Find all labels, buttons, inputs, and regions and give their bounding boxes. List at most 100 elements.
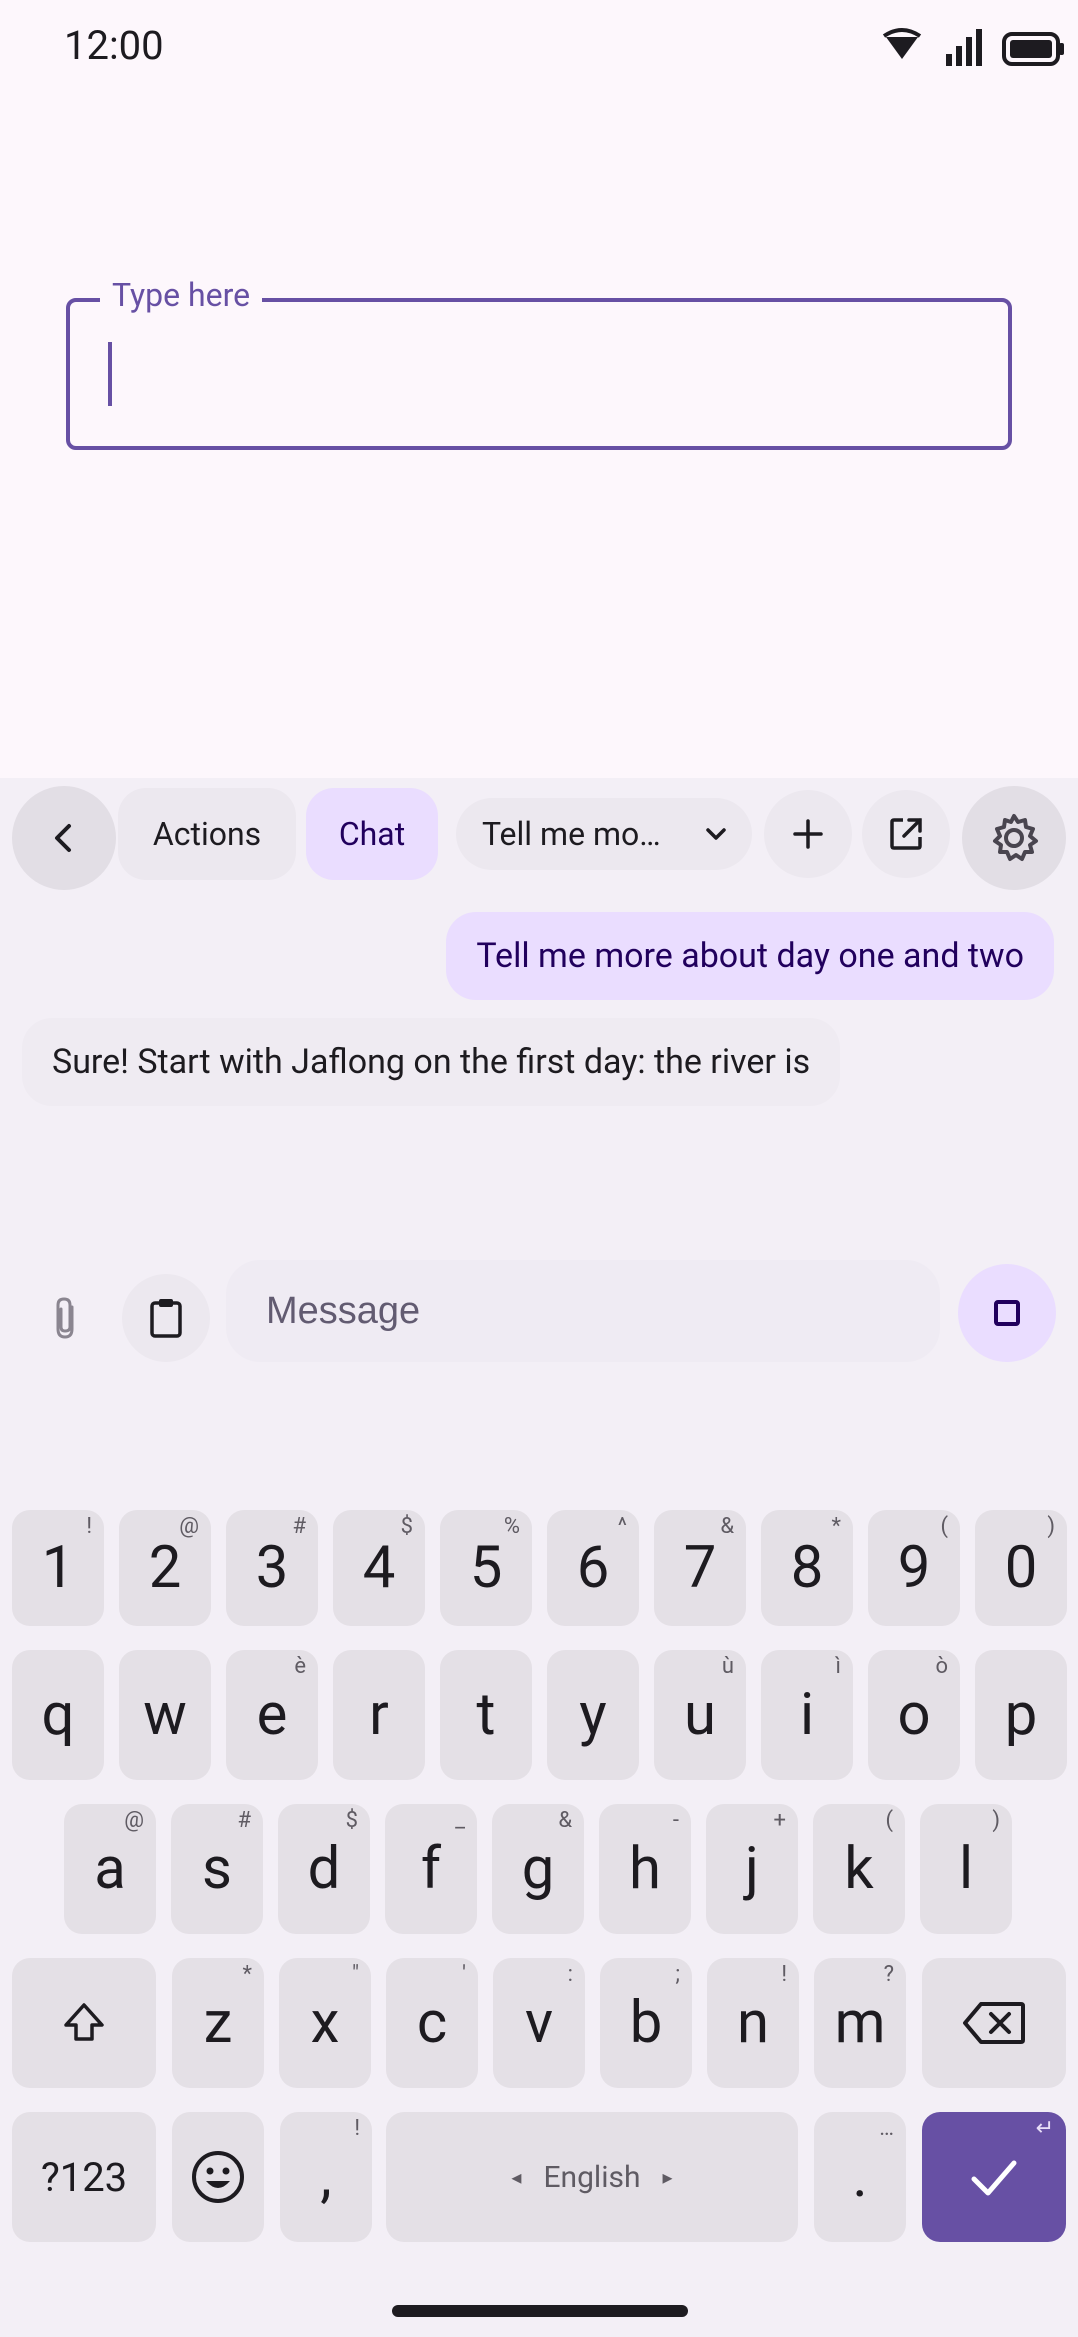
key-hint: # xyxy=(292,1514,306,1539)
tab-actions[interactable]: Actions xyxy=(118,788,296,880)
key-q[interactable]: q xyxy=(12,1650,104,1780)
key-label: 8 xyxy=(790,1534,824,1602)
key-b[interactable]: b; xyxy=(600,1958,692,2088)
key-label: t xyxy=(476,1681,496,1749)
key-label: 6 xyxy=(576,1534,610,1602)
key-j[interactable]: j + xyxy=(706,1804,798,1934)
key-r[interactable]: r xyxy=(333,1650,425,1780)
key-hint: ( xyxy=(885,1808,893,1833)
key-hint: $ xyxy=(345,1808,358,1833)
key-label: q xyxy=(41,1681,75,1749)
type-here-field[interactable] xyxy=(66,298,1012,450)
key-n[interactable]: n! xyxy=(707,1958,799,2088)
key-0[interactable]: 0) xyxy=(975,1510,1067,1626)
key-label: e xyxy=(256,1681,288,1749)
key-u[interactable]: uù xyxy=(654,1650,746,1780)
key-d[interactable]: d $ xyxy=(278,1804,370,1934)
key-label: 2 xyxy=(148,1534,182,1602)
key-s[interactable]: s # xyxy=(171,1804,263,1934)
key-hint: - xyxy=(672,1808,679,1833)
key-label: g xyxy=(521,1835,555,1903)
signal-icon xyxy=(946,29,982,66)
key-hint: $ xyxy=(400,1514,413,1539)
key-label: n xyxy=(736,1989,770,2057)
key-label: u xyxy=(684,1681,716,1749)
key-w[interactable]: w xyxy=(119,1650,211,1780)
message-input[interactable] xyxy=(226,1260,940,1362)
key-z[interactable]: z * xyxy=(172,1958,264,2088)
key-p[interactable]: p xyxy=(975,1650,1067,1780)
key-hint: @ xyxy=(124,1808,144,1833)
key-o[interactable]: oò xyxy=(868,1650,960,1780)
key-label: x xyxy=(310,1989,340,2057)
key-x[interactable]: x " xyxy=(279,1958,371,2088)
key-6[interactable]: 6 ^ xyxy=(547,1510,639,1626)
tab-chat[interactable]: Chat xyxy=(306,788,438,880)
comma-hint: ! xyxy=(354,2116,360,2141)
key-label: l xyxy=(958,1835,974,1903)
stop-button[interactable] xyxy=(958,1264,1056,1362)
chevron-left-icon xyxy=(55,824,71,852)
key-label: 0 xyxy=(1004,1534,1038,1602)
space-key[interactable]: ◂ English ▸ xyxy=(386,2112,798,2242)
backspace-key[interactable] xyxy=(922,1958,1066,2088)
key-label: w xyxy=(143,1681,187,1749)
backspace-icon xyxy=(963,2002,1025,2044)
add-button[interactable] xyxy=(764,790,852,878)
key-i[interactable]: iì xyxy=(761,1650,853,1780)
key-m[interactable]: m? xyxy=(814,1958,906,2088)
symbols-key[interactable]: ?123 xyxy=(12,2112,156,2242)
key-h[interactable]: h- xyxy=(599,1804,691,1934)
key-2[interactable]: 2 @ xyxy=(119,1510,211,1626)
key-a[interactable]: a @ xyxy=(64,1804,156,1934)
settings-button[interactable] xyxy=(962,786,1066,890)
period-key[interactable]: . … xyxy=(814,2112,906,2242)
key-v[interactable]: v: xyxy=(493,1958,585,2088)
enter-key[interactable]: ↵ xyxy=(922,2112,1066,2242)
key-e[interactable]: eè xyxy=(226,1650,318,1780)
back-button[interactable] xyxy=(12,786,116,890)
key-label: 3 xyxy=(255,1534,289,1602)
key-hint: " xyxy=(351,1962,359,1987)
key-label: i xyxy=(799,1681,815,1749)
key-label: s xyxy=(202,1835,232,1903)
key-7[interactable]: 7 & xyxy=(654,1510,746,1626)
prompt-dropdown[interactable]: Tell me mo… xyxy=(456,798,752,870)
attach-button[interactable] xyxy=(30,1274,100,1362)
key-g[interactable]: g & xyxy=(492,1804,584,1934)
key-y[interactable]: y xyxy=(547,1650,639,1780)
status-time: 12:00 xyxy=(64,22,164,69)
key-9[interactable]: 9( xyxy=(868,1510,960,1626)
chevron-down-icon xyxy=(706,828,726,840)
key-l[interactable]: l) xyxy=(920,1804,1012,1934)
gear-icon xyxy=(993,814,1038,861)
key-hint: _ xyxy=(455,1808,465,1833)
key-hint: ò xyxy=(935,1654,948,1679)
key-3[interactable]: 3 # xyxy=(226,1510,318,1626)
key-hint: ) xyxy=(992,1808,1000,1833)
emoji-icon xyxy=(192,2151,244,2203)
comma-key[interactable]: , ! xyxy=(280,2112,372,2242)
shift-key[interactable] xyxy=(12,1958,156,2088)
key-label: m xyxy=(834,1989,886,2057)
comma-label: , xyxy=(320,2143,332,2211)
key-hint: + xyxy=(773,1808,786,1833)
key-c[interactable]: c ' xyxy=(386,1958,478,2088)
home-indicator xyxy=(392,2305,688,2317)
key-f[interactable]: f _ xyxy=(385,1804,477,1934)
key-5[interactable]: 5% xyxy=(440,1510,532,1626)
key-4[interactable]: 4 $ xyxy=(333,1510,425,1626)
key-label: y xyxy=(579,1681,607,1749)
key-t[interactable]: t xyxy=(440,1650,532,1780)
key-8[interactable]: 8 * xyxy=(761,1510,853,1626)
key-hint: ^ xyxy=(617,1514,627,1539)
clipboard-button[interactable] xyxy=(122,1274,210,1362)
checkmark-icon xyxy=(971,2160,1017,2196)
emoji-key[interactable] xyxy=(172,2112,264,2242)
key-1[interactable]: 1! xyxy=(12,1510,104,1626)
key-k[interactable]: k( xyxy=(813,1804,905,1934)
open-external-button[interactable] xyxy=(862,790,950,878)
right-arrow-icon: ▸ xyxy=(662,2165,673,2189)
prompt-dropdown-label: Tell me mo… xyxy=(482,815,661,853)
key-label: b xyxy=(629,1989,663,2057)
